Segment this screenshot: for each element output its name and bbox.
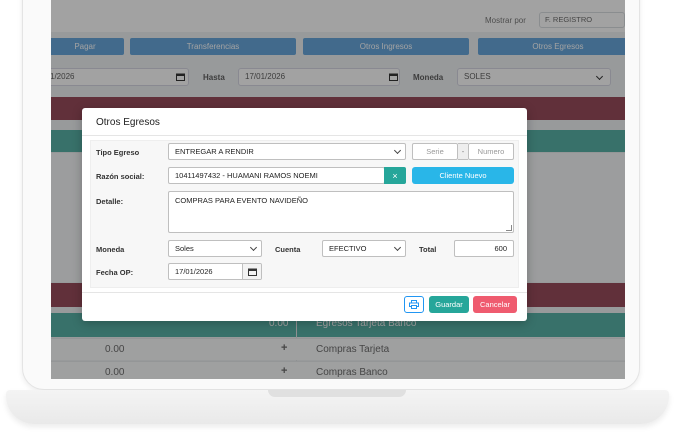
chevron-down-icon: [249, 243, 258, 252]
divider: [82, 292, 527, 293]
serie-placeholder: Serie: [426, 147, 444, 156]
numero-input[interactable]: Numero: [468, 143, 514, 160]
serie-separator: -: [458, 143, 468, 160]
printer-icon[interactable]: [404, 296, 424, 313]
moneda-value: Soles: [175, 244, 194, 253]
laptop-notch: [268, 390, 406, 397]
detalle-value: COMPRAS PARA EVENTO NAVIDEÑO: [175, 196, 308, 205]
numero-placeholder: Numero: [477, 147, 505, 156]
cliente-nuevo-button[interactable]: Cliente Nuevo: [412, 167, 514, 184]
clear-icon[interactable]: ×: [384, 167, 406, 184]
cuenta-select[interactable]: EFECTIVO: [322, 240, 406, 257]
total-input[interactable]: 600: [454, 240, 514, 257]
cuenta-value: EFECTIVO: [329, 244, 367, 253]
calendar-icon[interactable]: [386, 70, 400, 83]
total-label: Total: [419, 245, 437, 254]
moneda-label: Moneda: [96, 245, 125, 254]
serie-input[interactable]: Serie: [412, 143, 458, 160]
tipo-egreso-select[interactable]: ENTREGAR A RENDIR: [168, 143, 406, 160]
modal-title: Otros Egresos: [96, 117, 160, 128]
otros-egresos-modal: Otros Egresos Tipo Egreso ENTREGAR A REN…: [82, 108, 527, 321]
tipo-egreso-value: ENTREGAR A RENDIR: [175, 147, 254, 156]
tipo-egreso-label: Tipo Egreso: [96, 148, 140, 157]
razon-social-input[interactable]: 10411497432 - HUAMANI RAMOS NOEMI: [168, 167, 385, 184]
resize-grip-icon: [506, 225, 512, 231]
total-value: 600: [494, 244, 507, 253]
fecha-op-value: 17/01/2026: [175, 267, 213, 276]
cancelar-button[interactable]: Cancelar: [473, 296, 517, 313]
moneda-select[interactable]: Soles: [168, 240, 262, 257]
guardar-button[interactable]: Guardar: [429, 296, 469, 313]
detalle-label: Detalle:: [96, 197, 124, 206]
calendar-icon[interactable]: [242, 264, 261, 279]
fecha-op-input[interactable]: 17/01/2026: [168, 263, 262, 280]
razon-social-value: 10411497432 - HUAMANI RAMOS NOEMI: [175, 171, 318, 180]
fecha-op-label: Fecha OP:: [96, 268, 134, 277]
razon-social-label: Razón social:: [96, 172, 145, 181]
detalle-textarea[interactable]: COMPRAS PARA EVENTO NAVIDEÑO: [168, 191, 514, 233]
page: Mostrar por F. REGISTRO Pagar Transferen…: [0, 0, 675, 440]
chevron-down-icon: [393, 146, 402, 155]
chevron-down-icon: [393, 243, 402, 252]
divider: [82, 135, 527, 136]
calendar-icon[interactable]: [173, 70, 187, 83]
cuenta-label: Cuenta: [275, 245, 301, 254]
